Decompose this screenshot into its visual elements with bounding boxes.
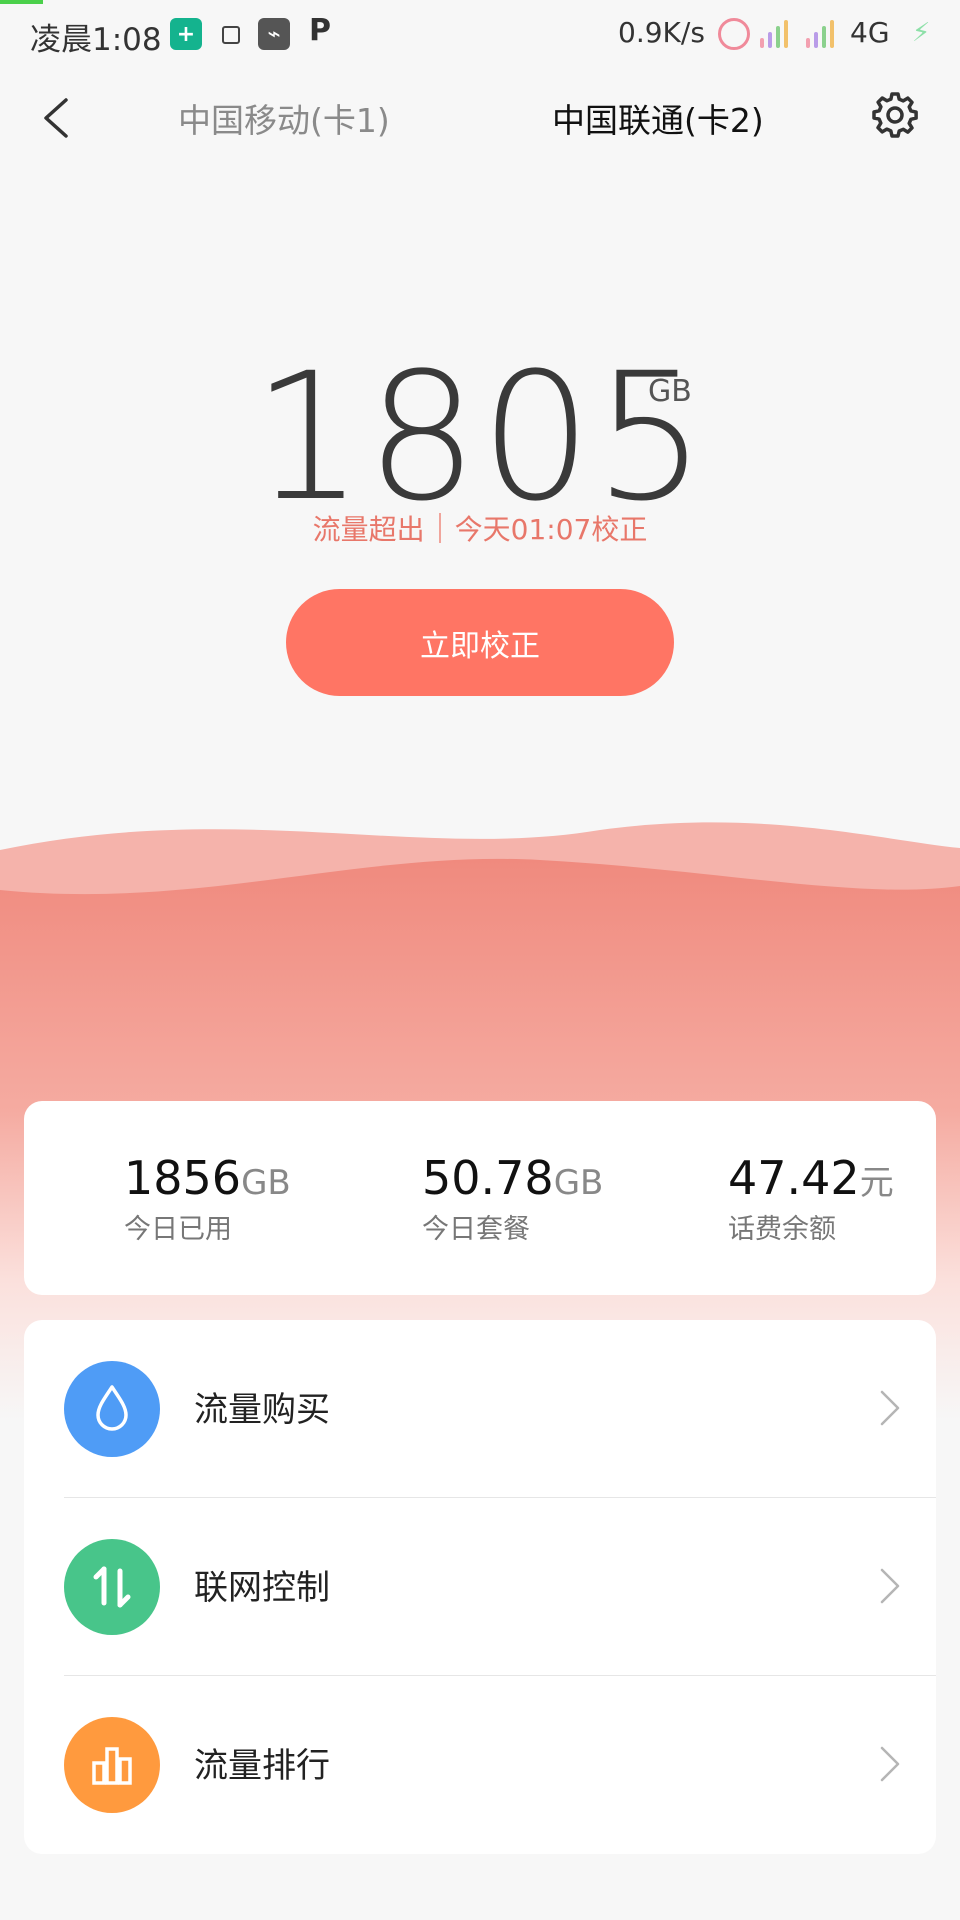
usage-status-line: 流量超出 今天01:07校正 xyxy=(0,508,960,548)
shield-app-icon: + xyxy=(170,18,202,50)
back-arrow-icon[interactable] xyxy=(36,94,84,142)
stat-balance: 47.42元 话费余额 xyxy=(728,1151,894,1246)
usage-status: 流量超出 xyxy=(312,513,425,546)
stat-today-plan: 50.78GB 今日套餐 xyxy=(422,1151,603,1246)
settings-gear-icon[interactable] xyxy=(870,90,920,140)
menu-item-network-control[interactable]: 联网控制 xyxy=(24,1498,936,1676)
header: 中国移动(卡1) 中国联通(卡2) xyxy=(0,80,960,160)
status-divider xyxy=(438,513,441,543)
calibration-time: 今天01:07校正 xyxy=(454,513,648,546)
bar-chart-icon xyxy=(92,1747,132,1785)
network-speed: 0.9K/s xyxy=(618,16,705,49)
stat-label: 今日套餐 xyxy=(422,1214,530,1245)
charging-icon: ⚡ xyxy=(912,18,931,48)
menu-label: 流量排行 xyxy=(194,1746,330,1786)
calibrate-now-button[interactable]: 立即校正 xyxy=(286,589,674,696)
up-down-arrows-icon xyxy=(93,1566,131,1608)
chevron-right-icon xyxy=(880,1390,900,1426)
menu-item-data-ranking[interactable]: 流量排行 xyxy=(24,1676,936,1854)
tab-sim2[interactable]: 中国联通(卡2) xyxy=(552,94,764,142)
signal-bars-sim2-icon xyxy=(806,20,834,48)
stat-unit: GB xyxy=(241,1163,291,1203)
stats-card: 1856GB 今日已用 50.78GB 今日套餐 47.42元 话费余额 xyxy=(24,1101,936,1295)
alarm-icon xyxy=(718,18,750,50)
stat-unit: 元 xyxy=(859,1163,894,1203)
usage-unit: GB xyxy=(648,374,692,409)
water-drop-icon xyxy=(96,1385,128,1431)
stat-label: 话费余额 xyxy=(728,1214,836,1245)
menu-item-buy-data[interactable]: 流量购买 xyxy=(24,1320,936,1498)
menu-label: 联网控制 xyxy=(194,1568,330,1608)
status-bar: 凌晨1:08 + ⌁ P 0.9K/s 4G ⚡ xyxy=(0,0,960,70)
usb-icon: ⌁ xyxy=(258,18,290,50)
chevron-right-icon xyxy=(880,1568,900,1604)
stat-value: 1856 xyxy=(124,1151,242,1205)
stat-label: 今日已用 xyxy=(124,1214,232,1245)
menu-label: 流量购买 xyxy=(194,1390,330,1430)
icon-circle xyxy=(64,1717,160,1813)
stat-value: 50.78 xyxy=(422,1151,554,1205)
usage-display: 1805 xyxy=(0,350,960,526)
network-type: 4G xyxy=(850,16,890,49)
stat-unit: GB xyxy=(553,1163,604,1203)
p-app-icon: P xyxy=(309,12,331,48)
stat-value: 47.42 xyxy=(728,1151,860,1205)
stat-today-used: 1856GB 今日已用 xyxy=(124,1151,291,1246)
icon-circle xyxy=(64,1539,160,1635)
status-time: 凌晨1:08 xyxy=(30,22,162,58)
small-app-icon xyxy=(222,26,240,44)
signal-bars-sim1-icon xyxy=(760,20,788,48)
usage-value: 1805 xyxy=(252,335,708,540)
menu-card: 流量购买 联网控制 流量排行 xyxy=(24,1320,936,1854)
chevron-right-icon xyxy=(880,1746,900,1782)
icon-circle xyxy=(64,1361,160,1457)
tab-sim1[interactable]: 中国移动(卡1) xyxy=(178,94,390,142)
